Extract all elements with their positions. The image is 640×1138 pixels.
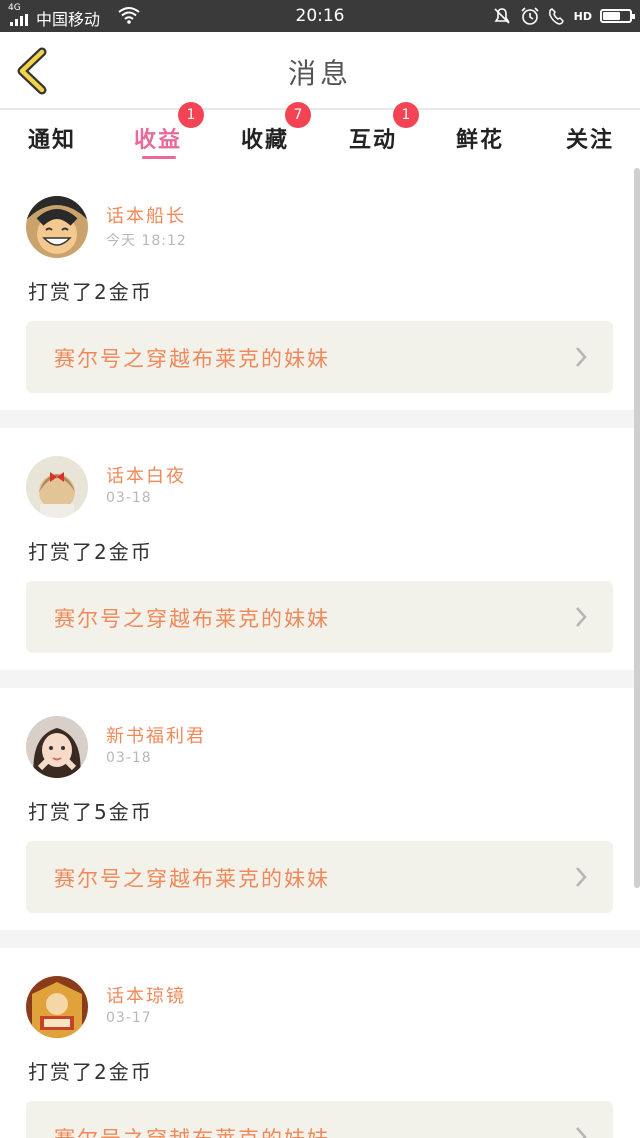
sender-name[interactable]: 话本白夜 [106, 462, 186, 488]
tab-notifications[interactable]: 通知 [2, 110, 102, 162]
message-action: 打赏了2金币 [28, 540, 153, 564]
message-action: 打赏了2金币 [28, 280, 153, 304]
tab-interactions[interactable]: 互动 1 [323, 102, 423, 162]
message-date: 今天 18:12 [106, 233, 187, 249]
chevron-right-icon [576, 607, 587, 627]
card-separator [0, 410, 640, 428]
message-card: 话本琼镜 03-17 打赏了2金币 赛尔号之穿越布莱克的妹妹 [0, 948, 640, 1138]
header: 消息 [0, 32, 640, 108]
tab-earnings[interactable]: 收益 1 [108, 102, 208, 162]
book-link[interactable]: 赛尔号之穿越布莱克的妹妹 [26, 841, 613, 913]
avatar[interactable] [26, 716, 88, 778]
tab-flowers[interactable]: 鲜花 [430, 110, 530, 162]
sender-name[interactable]: 话本琼镜 [106, 982, 186, 1008]
tab-following[interactable]: 关注 [540, 110, 640, 162]
chevron-right-icon [576, 1127, 587, 1138]
message-action: 打赏了2金币 [28, 1060, 153, 1084]
avatar[interactable] [26, 456, 88, 518]
message-action: 打赏了5金币 [28, 800, 153, 824]
message-date: 03-18 [106, 490, 152, 506]
tab-favorites[interactable]: 收藏 7 [215, 102, 315, 162]
hd-label: HD [573, 9, 592, 23]
card-separator [0, 670, 640, 688]
message-card: 话本船长 今天 18:12 打赏了2金币 赛尔号之穿越布莱克的妹妹 [0, 168, 640, 410]
status-bar: 4G 中国移动 20:16 HD [0, 0, 640, 32]
hd-call-icon [548, 8, 564, 25]
book-link[interactable]: 赛尔号之穿越布莱克的妹妹 [26, 1101, 613, 1138]
message-date: 03-17 [106, 1010, 152, 1026]
battery-icon [600, 9, 635, 23]
status-right-icons: HD [492, 5, 635, 27]
tab-label: 关注 [565, 128, 614, 153]
book-title: 赛尔号之穿越布莱克的妹妹 [54, 1123, 330, 1138]
alarm-icon [521, 7, 539, 25]
sender-name[interactable]: 新书福利君 [106, 722, 206, 748]
tab-label: 通知 [27, 128, 76, 153]
avatar[interactable] [26, 196, 88, 258]
tab-label: 鲜花 [455, 128, 504, 153]
message-card: 新书福利君 03-18 打赏了5金币 赛尔号之穿越布莱克的妹妹 [0, 688, 640, 930]
book-title: 赛尔号之穿越布莱克的妹妹 [54, 867, 330, 891]
tab-bar: 通知 收益 1 收藏 7 互动 1 鲜花 关注 [0, 102, 640, 162]
chevron-right-icon [576, 347, 587, 367]
scrollbar[interactable] [634, 168, 640, 888]
page-title: 消息 [287, 57, 352, 90]
tab-badge: 1 [393, 102, 419, 128]
message-feed[interactable]: 话本船长 今天 18:12 打赏了2金币 赛尔号之穿越布莱克的妹妹 话本白夜 0… [0, 168, 640, 1138]
book-link[interactable]: 赛尔号之穿越布莱克的妹妹 [26, 321, 613, 393]
sender-name[interactable]: 话本船长 [106, 202, 186, 228]
book-title: 赛尔号之穿越布莱克的妹妹 [54, 347, 330, 371]
tab-badge: 1 [178, 102, 204, 128]
avatar[interactable] [26, 976, 88, 1038]
book-title: 赛尔号之穿越布莱克的妹妹 [54, 607, 330, 631]
chevron-right-icon [576, 867, 587, 887]
active-tab-indicator [142, 156, 176, 159]
book-link[interactable]: 赛尔号之穿越布莱克的妹妹 [26, 581, 613, 653]
bell-muted-icon [494, 8, 510, 24]
message-date: 03-18 [106, 750, 152, 766]
tab-badge: 7 [285, 102, 311, 128]
card-separator [0, 930, 640, 948]
message-card: 话本白夜 03-18 打赏了2金币 赛尔号之穿越布莱克的妹妹 [0, 428, 640, 670]
